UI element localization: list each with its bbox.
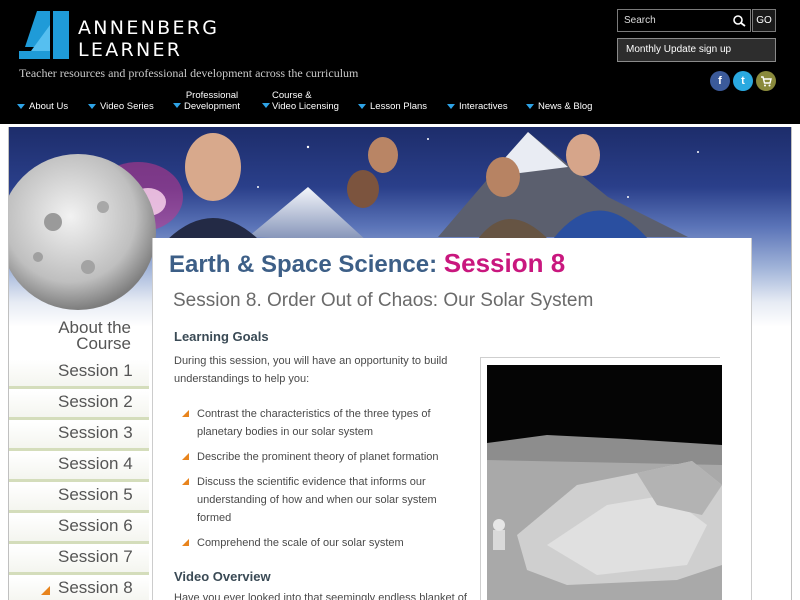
nav-lesson-plans[interactable]: Lesson Plans (358, 101, 427, 112)
nav-caret-icon (17, 103, 25, 109)
about-the-course-link[interactable]: About the Course (9, 319, 131, 352)
site-header: ANNENBERG LEARNER Teacher resources and … (0, 0, 800, 124)
sidebar-item-session-6[interactable]: Session 6 (9, 515, 149, 544)
annenberg-logo-icon[interactable] (19, 11, 69, 59)
facebook-icon[interactable]: f (710, 71, 730, 91)
lunar-surface-photo (487, 365, 722, 600)
sidebar-item-session-8[interactable]: Session 8 (9, 577, 149, 600)
learning-goals-intro: During this session, you will have an op… (174, 355, 448, 385)
bullet-icon (182, 478, 189, 485)
sidebar-item-session-1[interactable]: Session 1 (9, 360, 149, 389)
sidebar-item-session-3[interactable]: Session 3 (9, 422, 149, 451)
course-title: Earth & Space Science: Session 8 (169, 248, 566, 278)
photo-frame (480, 357, 722, 600)
nav-caret-icon (526, 103, 534, 109)
session-title: Session 8. Order Out of Chaos: Our Solar… (173, 290, 594, 311)
main-nav: About Us Video Series Professional Devel… (0, 90, 800, 120)
sidebar-item-session-7[interactable]: Session 7 (9, 546, 149, 575)
nav-professional-development[interactable]: Professional Development (173, 90, 240, 112)
goal-item: Discuss the scientific evidence that inf… (182, 473, 472, 527)
nav-news-blog[interactable]: News & Blog (526, 101, 592, 112)
brand-name-line1[interactable]: ANNENBERG (78, 18, 219, 38)
cart-icon[interactable] (756, 71, 776, 91)
video-overview-heading: Video Overview (174, 569, 271, 584)
nav-caret-icon (88, 103, 96, 109)
nav-caret-icon (262, 103, 270, 108)
search-icon[interactable] (731, 13, 747, 29)
bullet-icon (182, 539, 189, 546)
nav-video-series[interactable]: Video Series (88, 101, 154, 112)
sidebar-item-session-2[interactable]: Session 2 (9, 391, 149, 420)
video-overview-text: Have you ever looked into that seemingly… (174, 592, 467, 600)
bullet-icon (182, 410, 189, 417)
brand-name-line2[interactable]: LEARNER (78, 40, 182, 60)
monthly-update-signup-button[interactable]: Monthly Update sign up (617, 38, 776, 62)
nav-caret-icon (173, 103, 181, 108)
course-session-label: Session 8 (443, 248, 566, 278)
main-content: Earth & Space Science: Session 8 Session… (152, 238, 752, 600)
nav-caret-icon (358, 103, 366, 109)
learning-goals-heading: Learning Goals (174, 329, 269, 344)
nav-caret-icon (447, 103, 455, 109)
sidebar-item-session-4[interactable]: Session 4 (9, 453, 149, 482)
goal-item: Comprehend the scale of our solar system (182, 534, 472, 552)
nav-about-us[interactable]: About Us (17, 101, 68, 112)
site-tagline: Teacher resources and professional devel… (19, 66, 359, 80)
bullet-icon (182, 453, 189, 460)
banner-border-right (791, 127, 792, 600)
active-session-marker-icon (41, 586, 50, 595)
goal-item: Describe the prominent theory of planet … (182, 448, 472, 466)
sidebar-item-session-5[interactable]: Session 5 (9, 484, 149, 513)
shopping-cart-icon (761, 76, 772, 87)
go-button[interactable]: GO (752, 9, 776, 32)
nav-interactives[interactable]: Interactives (447, 101, 508, 112)
twitter-icon[interactable]: t (733, 71, 753, 91)
goal-item: Contrast the characteristics of the thre… (182, 405, 472, 441)
nav-course-video-licensing[interactable]: Course & Video Licensing (262, 90, 339, 112)
